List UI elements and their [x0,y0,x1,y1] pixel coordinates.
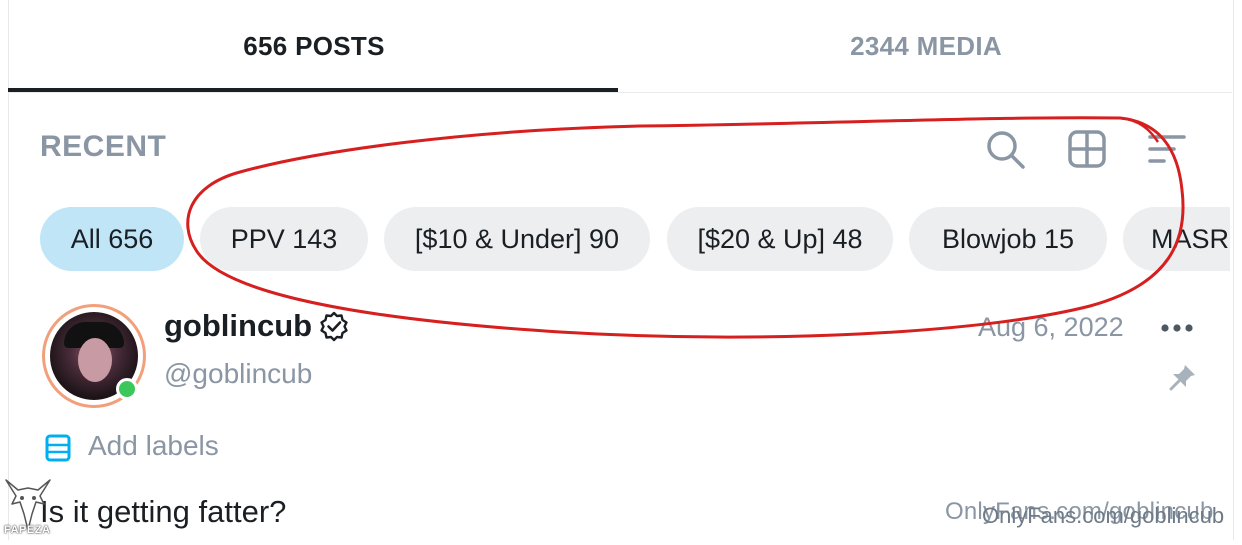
chip-masr[interactable]: MASR [1123,207,1230,271]
tab-media[interactable]: 2344 MEDIA [620,0,1232,92]
image-watermark-overlay: OnlyFans.com/goblincub [982,503,1225,528]
tab-posts[interactable]: 656 POSTS [8,0,620,92]
chip-10-and-under[interactable]: [$10 & Under] 90 [384,207,650,271]
chip-ppv[interactable]: PPV 143 [200,207,368,271]
content-tabs: 656 POSTS 2344 MEDIA [8,0,1232,92]
label-icon[interactable] [44,433,72,463]
chip-blowjob[interactable]: Blowjob 15 [909,207,1107,271]
post-author-name[interactable]: goblincub [164,308,312,344]
pin-icon[interactable] [1168,362,1198,392]
sort-filter-icon[interactable] [1146,128,1188,170]
post-text: Is it getting fatter? [40,494,287,529]
tabs-divider [8,92,1232,93]
grid-view-icon[interactable] [1066,128,1108,170]
site-logo-text: FAPEZA [4,524,51,536]
category-chips: All 656 PPV 143 [$10 & Under] 90 [$20 & … [40,207,1230,271]
chip-20-and-up[interactable]: [$20 & Up] 48 [667,207,893,271]
post-date: Aug 6, 2022 [978,312,1124,342]
more-options-icon[interactable] [1158,316,1196,340]
sort-title[interactable]: RECENT [40,130,166,164]
post-author-handle[interactable]: @goblincub [164,358,312,390]
chip-all[interactable]: All 656 [40,207,184,271]
search-icon[interactable] [984,128,1026,170]
online-status-dot [116,378,138,400]
verified-badge-icon [318,310,350,342]
add-labels-link[interactable]: Add labels [88,430,219,462]
